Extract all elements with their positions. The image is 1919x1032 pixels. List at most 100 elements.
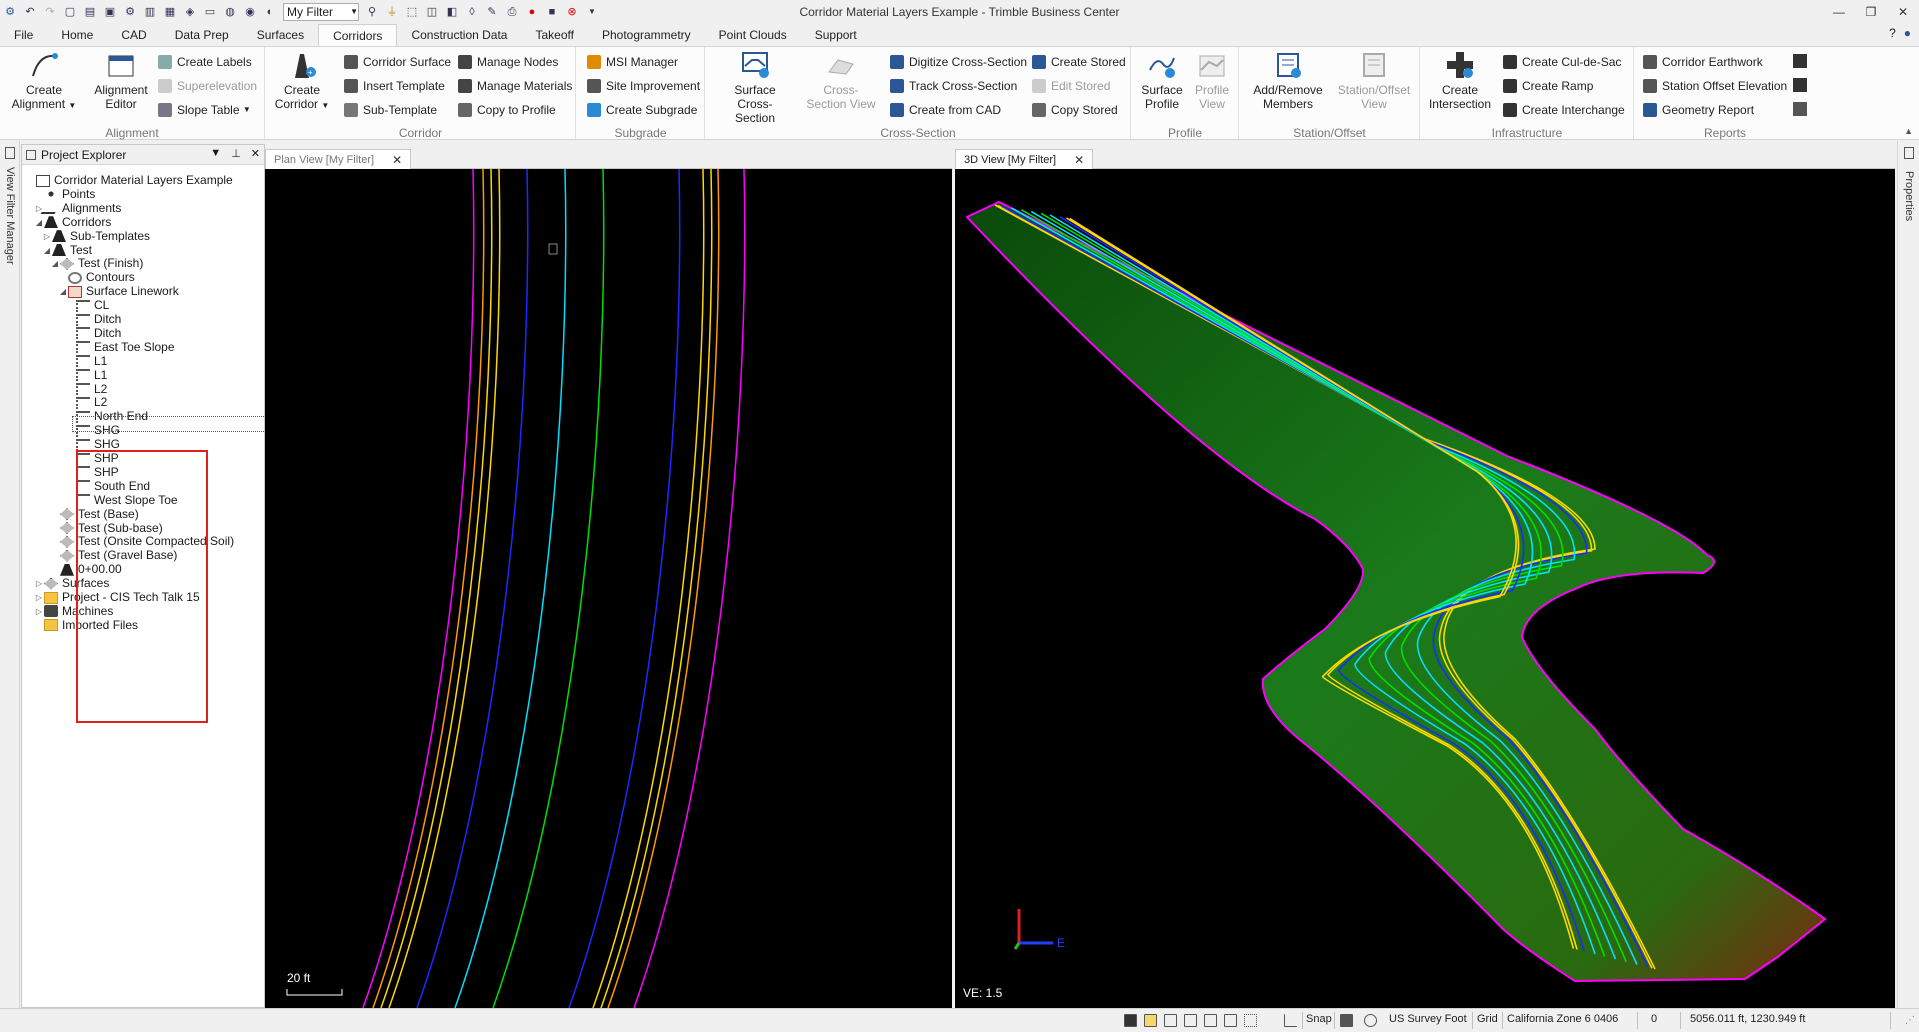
sub-template-button[interactable]: Sub-Template [344, 100, 437, 120]
tab-photogrammetry[interactable]: Photogrammetry [588, 24, 705, 46]
tab-surfaces[interactable]: Surfaces [243, 24, 318, 46]
tab-file[interactable]: File [0, 24, 47, 46]
create-intersection-button[interactable]: Create Intersection [1427, 50, 1493, 111]
help-icon[interactable]: ? [1889, 26, 1896, 40]
filter-icon[interactable]: ⏚ [384, 4, 400, 20]
superelevation-button[interactable]: Superelevation [158, 76, 257, 96]
copy-stored-button[interactable]: Copy Stored [1032, 100, 1118, 120]
create-corridor-button[interactable]: + Create Corridor ▼ [272, 50, 332, 113]
record-icon[interactable]: ● [524, 4, 540, 20]
profile-view-button[interactable]: Profile View [1188, 50, 1236, 111]
tab-takeoff[interactable]: Takeoff [521, 24, 587, 46]
create-subgrade-button[interactable]: Create Subgrade [587, 100, 697, 120]
surface-profile-button[interactable]: Surface Profile [1138, 50, 1186, 111]
user-icon[interactable]: ● [1904, 26, 1911, 40]
tab-construction-data[interactable]: Construction Data [397, 24, 521, 46]
zone-label[interactable]: California Zone 6 0406 [1507, 1013, 1618, 1025]
view-3d-icon[interactable]: ◈ [182, 4, 198, 20]
zoom-icon[interactable]: ⚲ [364, 4, 380, 20]
create-cul-de-sac-button[interactable]: Create Cul-de-Sac [1503, 52, 1621, 72]
snap-settings-icon[interactable] [1340, 1014, 1353, 1027]
undo-icon[interactable]: ↶ [22, 4, 38, 20]
resize-grip-icon[interactable]: ⋰ [1905, 1015, 1915, 1026]
tab-cad[interactable]: CAD [107, 24, 160, 46]
grid-dots-icon[interactable] [1244, 1014, 1257, 1027]
app-logo-icon[interactable]: ⚙ [2, 4, 18, 20]
copy-to-profile-button[interactable]: Copy to Profile [458, 100, 556, 120]
report-extra-icon-3[interactable] [1793, 102, 1807, 116]
ortho-icon[interactable] [1224, 1014, 1237, 1027]
alignment-editor-button[interactable]: Alignment Editor [86, 50, 156, 111]
new-project-icon[interactable]: ▢ [62, 4, 78, 20]
tab-data-prep[interactable]: Data Prep [161, 24, 243, 46]
tab-point-clouds[interactable]: Point Clouds [705, 24, 801, 46]
settings-icon[interactable]: ⚙ [122, 4, 138, 20]
select-window-icon[interactable] [1184, 1014, 1197, 1027]
station-offset-elevation-button[interactable]: Station Offset Elevation [1643, 76, 1787, 96]
snap-icon[interactable]: ◫ [424, 4, 440, 20]
create-interchange-button[interactable]: Create Interchange [1503, 100, 1625, 120]
select-mode-icon[interactable] [1144, 1014, 1157, 1027]
slope-table-button[interactable]: Slope Table ▼ [158, 100, 251, 120]
tab-3d-view[interactable]: 3D View [My Filter] ✕ [955, 149, 1094, 169]
properties-tab[interactable]: Properties [1897, 141, 1919, 1011]
station-offset-view-button[interactable]: Station/Offset View [1334, 50, 1414, 111]
draw-icon[interactable]: ✎ [484, 4, 500, 20]
close-button[interactable]: ✕ [1887, 0, 1919, 24]
create-from-cad-button[interactable]: Create from CAD [890, 100, 1001, 120]
measure-icon[interactable]: ◊ [464, 4, 480, 20]
digitize-cross-section-button[interactable]: Digitize Cross-Section [890, 52, 1027, 72]
manage-nodes-button[interactable]: Manage Nodes [458, 52, 558, 72]
insert-template-button[interactable]: Insert Template [344, 76, 445, 96]
tab-corridors[interactable]: Corridors [318, 24, 398, 46]
restore-button[interactable]: ❐ [1855, 0, 1887, 24]
select-crossing-icon[interactable] [1164, 1014, 1177, 1027]
create-labels-button[interactable]: Create Labels [158, 52, 252, 72]
3d-view-canvas[interactable]: E VE: 1.5 [955, 169, 1895, 1008]
tab-plan-view[interactable]: Plan View [My Filter] ✕ [265, 149, 412, 169]
globe-icon[interactable]: ◍ [222, 4, 238, 20]
command-line-icon[interactable] [1124, 1014, 1137, 1027]
create-ramp-button[interactable]: Create Ramp [1503, 76, 1593, 96]
site-improvement-button[interactable]: Site Improvement [587, 76, 700, 96]
open-project-icon[interactable]: ▤ [82, 4, 98, 20]
msi-manager-button[interactable]: MSI Manager [587, 52, 678, 72]
add-remove-members-button[interactable]: Add/Remove Members [1248, 50, 1328, 111]
report-extra-icon-1[interactable] [1793, 54, 1807, 68]
snap-toggle[interactable]: Snap [1306, 1013, 1332, 1025]
qat-dropdown-icon[interactable]: ▼ [584, 4, 600, 20]
angle-icon[interactable] [1264, 1014, 1277, 1027]
surface-cross-section-button[interactable]: Surface Cross-Section [718, 50, 792, 125]
grid-label[interactable]: Grid [1477, 1013, 1498, 1025]
select-icon[interactable]: ⬚ [404, 4, 420, 20]
3d-view-close-icon[interactable]: ✕ [1074, 151, 1084, 169]
manage-materials-button[interactable]: Manage Materials [458, 76, 572, 96]
plan-view-close-icon[interactable]: ✕ [392, 151, 402, 169]
track-cross-section-button[interactable]: Track Cross-Section [890, 76, 1017, 96]
create-alignment-button[interactable]: Create Alignment ▼ [10, 50, 78, 113]
corridor-earthwork-button[interactable]: Corridor Earthwork [1643, 52, 1763, 72]
layers-icon[interactable]: ◧ [444, 4, 460, 20]
save-icon[interactable]: ▣ [102, 4, 118, 20]
redo-icon[interactable]: ↷ [42, 4, 58, 20]
multi-select-icon[interactable] [1204, 1014, 1217, 1027]
geometry-report-button[interactable]: Geometry Report [1643, 100, 1754, 120]
cross-section-view-button[interactable]: Cross-Section View [804, 50, 878, 111]
view-icon[interactable]: ◐ [262, 4, 278, 20]
axis-lock-icon[interactable] [1284, 1014, 1297, 1027]
create-stored-button[interactable]: Create Stored [1032, 52, 1126, 72]
collapse-ribbon-icon[interactable]: ▲ [1904, 126, 1913, 136]
plan-view-canvas[interactable]: 20 ft [265, 169, 952, 1008]
stop-icon[interactable]: ■ [544, 4, 560, 20]
close-red-icon[interactable]: ⊗ [564, 4, 580, 20]
print-icon[interactable]: ▥ [142, 4, 158, 20]
minimize-button[interactable]: — [1823, 0, 1855, 24]
tree-item[interactable]: Imported Files [34, 617, 138, 634]
corridor-surface-button[interactable]: Corridor Surface [344, 52, 451, 72]
tab-home[interactable]: Home [47, 24, 107, 46]
layout-icon[interactable]: ▦ [162, 4, 178, 20]
edit-stored-button[interactable]: Edit Stored [1032, 76, 1110, 96]
view-filter-select[interactable]: My Filter ▼ [283, 3, 359, 21]
sheet-icon[interactable]: ▭ [202, 4, 218, 20]
view-filter-manager-tab[interactable]: View Filter Manager [0, 141, 20, 1011]
